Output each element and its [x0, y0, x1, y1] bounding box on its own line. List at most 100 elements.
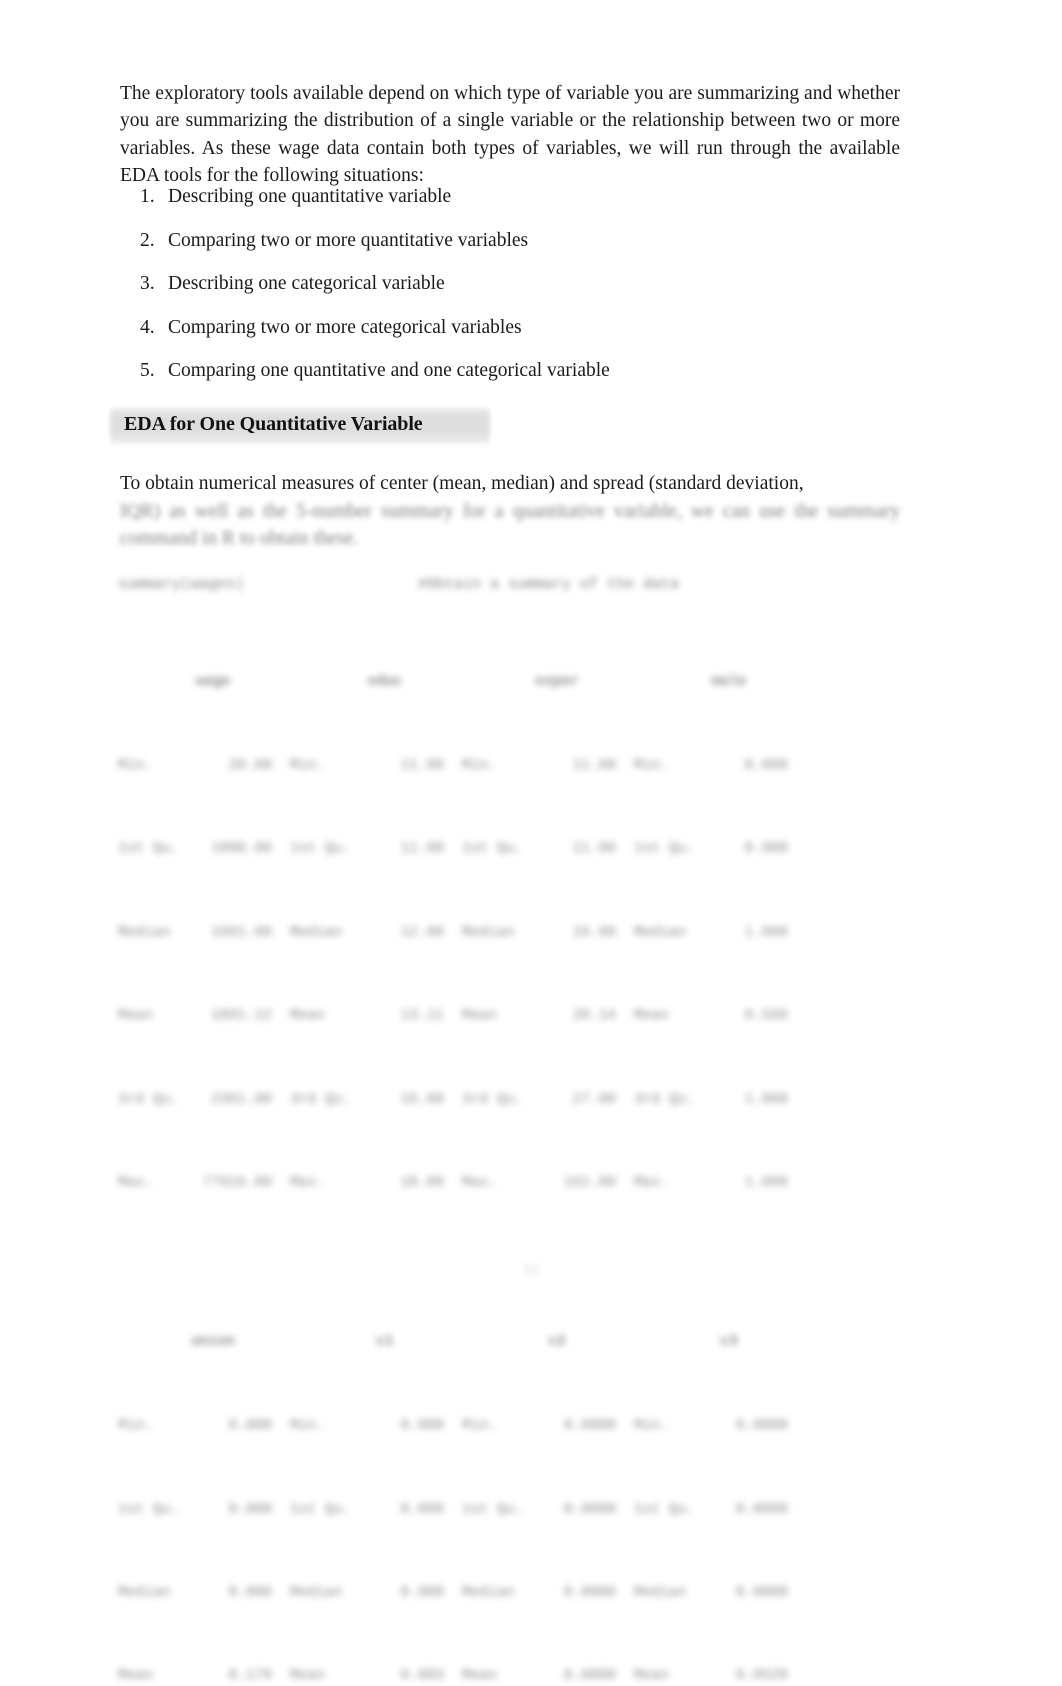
summary-column: c3 Min. 0.0000 1st Qu. 0.0000 Median 0.0000… [634, 1273, 806, 1686]
summary-row: Min. 0.000 [118, 1413, 290, 1441]
measures-paragraph-line-1: To obtain numerical measures of center (… [120, 473, 804, 494]
summary-row: 3rd Qu. 2361.00 [118, 1087, 290, 1115]
summary-row-label: 1st Qu. [290, 1501, 351, 1518]
summary-row-label: Max. [118, 1174, 153, 1191]
summary-row-label: Mean [290, 1008, 325, 1025]
summary-row: Mean 0.083 [290, 1663, 462, 1686]
summary-row: Min. 0.000 [634, 753, 806, 781]
summary-column: exper Min. 11.00 1st Qu. 11.00 Median 16.00… [462, 613, 634, 1253]
summary-column-header: c1 [376, 1333, 394, 1350]
summary-row-value: 16.00 [572, 924, 616, 941]
summary-row-value: 1000.00 [211, 841, 272, 858]
summary-row: 1st Qu. 11.00 [290, 836, 462, 864]
measures-paragraph: To obtain numerical measures of center (… [120, 470, 900, 553]
summary-row: Mean 1891.12 [118, 1003, 290, 1031]
summary-row: 3rd Qu. 1.000 [634, 1087, 806, 1115]
summary-row-label: Min. [290, 757, 325, 774]
summary-row: Median 0.0000 [634, 1580, 806, 1608]
summary-row-value: 0.0000 [563, 1501, 616, 1518]
list-item: 1. Describing one quantitative variable [140, 184, 900, 209]
intro-paragraph: The exploratory tools available depend o… [120, 82, 900, 187]
summary-row: 1st Qu. 0.000 [290, 1497, 462, 1525]
console-command-row: summary(wages) #Obtain a summary of the … [118, 576, 908, 593]
summary-row-label: 1st Qu. [290, 841, 351, 858]
summary-row-label: Median [462, 1585, 515, 1602]
list-item-number: 3. [140, 273, 155, 294]
summary-block: union Min. 0.000 1st Qu. 0.000 Median 0.000… [118, 1273, 908, 1686]
summary-row-value: 0.0000 [735, 1501, 788, 1518]
summary-row: Median 0.000 [290, 1580, 462, 1608]
list-item-label: Comparing one quantitative and one categ… [168, 360, 610, 381]
summary-row: 1st Qu. 0.0000 [634, 1497, 806, 1525]
summary-row-value: 0.000 [228, 1585, 272, 1602]
summary-row-label: 1st Qu. [634, 1501, 695, 1518]
summary-row: 1st Qu. 0.000 [118, 1497, 290, 1525]
summary-column: c1 Min. 0.000 1st Qu. 0.000 Median 0.000 Me… [290, 1273, 462, 1686]
summary-row: Max. 77916.00 [118, 1170, 290, 1198]
summary-row-label: Max. [290, 1174, 325, 1191]
summary-row: 1st Qu. 0.000 [634, 836, 806, 864]
summary-row-value: 11.00 [400, 841, 444, 858]
summary-row-label: Min. [462, 757, 497, 774]
console-output-region: summary(wages) #Obtain a summary of the … [118, 560, 908, 1686]
summary-column-header: educ [367, 673, 403, 690]
summary-row-label: 1st Qu. [462, 1501, 523, 1518]
summary-row-value: 161.00 [563, 1174, 616, 1191]
summary-column-header: c2 [548, 1333, 566, 1350]
summary-row-label: Median [118, 1585, 171, 1602]
summary-row: Min. 11.00 [290, 753, 462, 781]
list-item-number: 2. [140, 229, 155, 251]
summary-row-value: 0.000 [744, 757, 788, 774]
summary-row-label: 1st Qu. [118, 841, 179, 858]
summary-row: Mean 0.0800 [462, 1663, 634, 1686]
summary-row-value: 20.00 [228, 757, 272, 774]
measures-paragraph-line-2: IQR) as well as the 5-number summary for… [120, 500, 900, 550]
list-item-number: 1. [140, 186, 155, 207]
list-item-label: Comparing two or more categorical variab… [168, 316, 522, 338]
summary-row-label: Mean [118, 1008, 153, 1025]
summary-row-value: 11.00 [400, 757, 444, 774]
summary-row-value: 20.14 [572, 1008, 616, 1025]
summary-row-value: 0.000 [400, 1585, 444, 1602]
summary-row-value: 16.00 [400, 1091, 444, 1108]
summary-row: Median 1.000 [634, 920, 806, 948]
summary-row-label: Median [118, 924, 171, 941]
summary-row: Min. 0.0000 [634, 1413, 806, 1441]
list-item-label: Describing one categorical variable [168, 273, 445, 294]
summary-row-label: Mean [290, 1668, 325, 1685]
summary-row: Median 16.00 [462, 920, 634, 948]
summary-row-label: Min. [634, 757, 669, 774]
summary-row-label: Median [462, 924, 515, 941]
summary-row-value: 27.00 [572, 1091, 616, 1108]
summary-row-label: Max. [462, 1174, 497, 1191]
summary-row: Median 0.0000 [462, 1580, 634, 1608]
summary-row-value: 1.000 [744, 1091, 788, 1108]
summary-row: Max. 161.00 [462, 1170, 634, 1198]
summary-row-label: 1st Qu. [462, 841, 523, 858]
summary-row-value: 0.000 [400, 1501, 444, 1518]
summary-column-header: c3 [720, 1333, 738, 1350]
summary-row-value: 0.0800 [563, 1668, 616, 1685]
summary-column-header: exper [535, 673, 579, 690]
summary-row-value: 11.00 [572, 757, 616, 774]
summary-row-value: 0.179 [228, 1668, 272, 1685]
summary-row-value: 0.0000 [735, 1585, 788, 1602]
summary-row-value: 1601.00 [211, 924, 272, 941]
summary-row-label: Mean [118, 1668, 153, 1685]
summary-row-value: 11.00 [572, 841, 616, 858]
summary-row: Median 12.00 [290, 920, 462, 948]
summary-row-label: Max. [634, 1174, 669, 1191]
summary-column-header: male [711, 673, 747, 690]
summary-row: Median 1601.00 [118, 920, 290, 948]
summary-row: 3rd Qu. 27.00 [462, 1087, 634, 1115]
summary-row-label: 1st Qu. [118, 1501, 179, 1518]
summary-column: male Min. 0.000 1st Qu. 0.000 Median 1.000 … [634, 613, 806, 1253]
summary-row-label: Median [634, 924, 687, 941]
list-item-number: 4. [140, 316, 155, 338]
summary-row-value: 0.000 [744, 841, 788, 858]
summary-row-value: 12.00 [400, 924, 444, 941]
summary-row-value: 0.0520 [735, 1668, 788, 1685]
summary-row-label: 3rd Qu. [462, 1091, 523, 1108]
summary-row-value: 0.000 [228, 1501, 272, 1518]
summary-row-value: 13.11 [400, 1008, 444, 1025]
